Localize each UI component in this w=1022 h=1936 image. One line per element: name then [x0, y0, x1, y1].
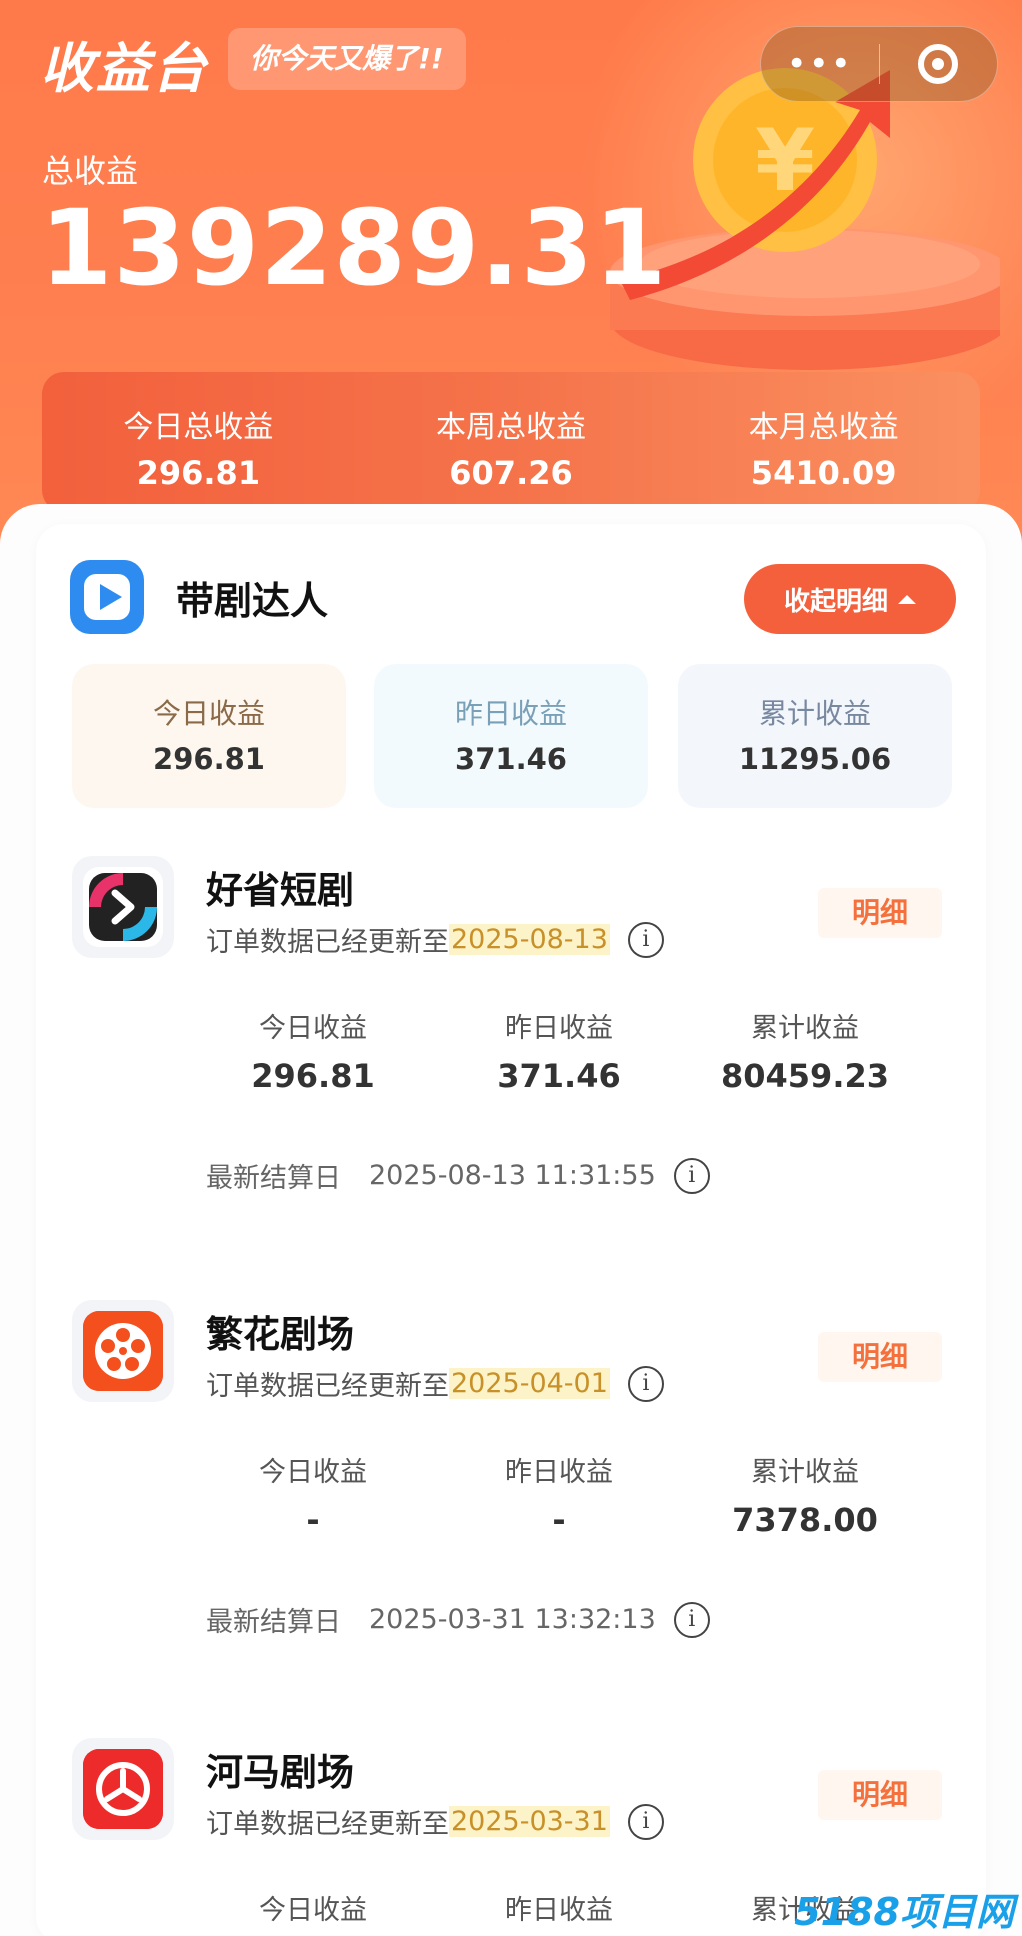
stat-label: 本周总收益: [436, 410, 586, 445]
collapse-details-button[interactable]: 收起明细: [744, 564, 956, 634]
stat-label: 今日收益: [259, 1013, 367, 1044]
platform-item: 好省短剧 订单数据已经更新至 2025-08-13 i 明细 今日收益 296.…: [0, 856, 1022, 1286]
stat-value: 296.81: [251, 1057, 375, 1095]
summary-today: 今日收益 296.81: [72, 664, 346, 808]
total-earnings-value: 139289.31: [40, 187, 668, 309]
section-header: 带剧达人: [70, 560, 328, 634]
info-icon[interactable]: i: [627, 921, 664, 958]
info-icon[interactable]: i: [673, 1601, 710, 1638]
settle-time: 2025-08-13 11:31:55: [369, 1160, 656, 1191]
site-watermark: 5188项目网: [794, 1890, 1014, 1934]
summary-cumulative: 累计收益 11295.06: [678, 664, 952, 808]
platform-stats: 今日收益 296.81 昨日收益 371.46 累计收益 80459.23: [190, 1006, 930, 1095]
platform-icon-frame: [72, 856, 174, 958]
platform-name: 好省短剧: [206, 869, 354, 912]
summary-label: 今日收益: [152, 697, 265, 730]
target-icon: [918, 44, 959, 84]
stat-label: 累计收益: [751, 1457, 859, 1488]
update-prefix: 订单数据已经更新至: [206, 1809, 449, 1840]
info-icon[interactable]: i: [627, 1803, 664, 1840]
period-stats-bar: 今日总收益 296.81 本周总收益 607.26 本月总收益 5410.09: [42, 372, 980, 512]
stat-today: 今日总收益 296.81: [42, 372, 355, 512]
stat-col-yesterday: 昨日收益 -: [436, 1450, 682, 1539]
close-target-button[interactable]: [880, 44, 998, 84]
summary-yesterday: 昨日收益 371.46: [374, 664, 648, 808]
stat-label: 累计收益: [751, 1013, 859, 1044]
stat-label: 今日收益: [259, 1895, 367, 1926]
stat-value: 80459.23: [720, 1057, 889, 1095]
stat-week: 本周总收益 607.26: [355, 372, 668, 512]
stat-label: 昨日收益: [505, 1013, 613, 1044]
play-logo-icon: [70, 560, 144, 634]
earnings-header: ¥ 收益台 你今天又爆了!! ••• 总收益 139289.31 今日总收益 2…: [0, 0, 1022, 560]
stat-col-yesterday: 昨日收益: [436, 1888, 682, 1927]
settlement-row: 最新结算日 2025-03-31 13:32:13 i: [206, 1600, 710, 1639]
stat-label: 今日收益: [259, 1457, 367, 1488]
update-status: 订单数据已经更新至 2025-03-31 i: [206, 1802, 664, 1841]
update-date: 2025-03-31: [449, 1806, 610, 1837]
settle-label: 最新结算日: [206, 1607, 341, 1638]
stat-col-cumulative: 累计收益 80459.23: [682, 1006, 928, 1095]
platform-item: 繁花剧场 订单数据已经更新至 2025-04-01 i 明细 今日收益 - 昨日…: [0, 1300, 1022, 1730]
update-date: 2025-04-01: [449, 1368, 610, 1399]
summary-value: 371.46: [455, 742, 567, 776]
stat-label: 昨日收益: [505, 1457, 613, 1488]
settlement-row: 最新结算日 2025-08-13 11:31:55 i: [206, 1156, 710, 1195]
stat-value: 371.46: [497, 1057, 621, 1095]
detail-button[interactable]: 明细: [818, 1770, 942, 1820]
stat-value: 607.26: [449, 454, 573, 492]
stat-value: -: [552, 1501, 566, 1539]
stat-label: 昨日收益: [505, 1895, 613, 1926]
caret-up-icon: [898, 594, 916, 604]
section-title: 带剧达人: [176, 578, 329, 623]
stat-value: 7378.00: [732, 1501, 878, 1539]
stat-label: 本月总收益: [748, 410, 899, 445]
summary-label: 累计收益: [758, 697, 871, 730]
platform-icon-frame: [72, 1300, 174, 1402]
update-prefix: 订单数据已经更新至: [206, 927, 449, 958]
detail-button[interactable]: 明细: [818, 1332, 942, 1382]
play-arrow-app-icon: [83, 867, 163, 947]
info-icon[interactable]: i: [673, 1157, 710, 1194]
platform-name: 繁花剧场: [206, 1313, 354, 1356]
stat-value: -: [306, 1501, 320, 1539]
stat-col-today: 今日收益 296.81: [190, 1006, 436, 1095]
stat-value: 296.81: [136, 454, 261, 492]
update-status: 订单数据已经更新至 2025-08-13 i: [206, 920, 664, 959]
app-title: 收益台: [40, 37, 208, 100]
platform-stats: 今日收益 - 昨日收益 - 累计收益 7378.00: [190, 1450, 930, 1539]
info-icon[interactable]: i: [627, 1365, 664, 1402]
update-date: 2025-08-13: [449, 924, 610, 955]
hippo-app-icon: [83, 1749, 163, 1829]
stat-month: 本月总收益 5410.09: [667, 372, 980, 512]
collapse-label: 收起明细: [783, 586, 888, 617]
total-earnings-label: 总收益: [42, 152, 139, 190]
slogan-badge: 你今天又爆了!!: [228, 28, 466, 90]
detail-button[interactable]: 明细: [818, 888, 942, 938]
more-menu-icon[interactable]: •••: [761, 44, 879, 84]
summary-value: 296.81: [153, 742, 265, 776]
stat-value: 5410.09: [750, 454, 897, 492]
film-reel-app-icon: [83, 1311, 163, 1391]
stat-col-today: 今日收益 -: [190, 1450, 436, 1539]
platform-name: 河马剧场: [206, 1751, 354, 1794]
stat-col-cumulative: 累计收益 7378.00: [682, 1450, 928, 1539]
platform-icon-frame: [72, 1738, 174, 1840]
mini-program-capsule: •••: [760, 26, 998, 102]
stat-col-yesterday: 昨日收益 371.46: [436, 1006, 682, 1095]
update-prefix: 订单数据已经更新至: [206, 1371, 449, 1402]
stat-col-today: 今日收益: [190, 1888, 436, 1927]
summary-value: 11295.06: [738, 742, 892, 776]
update-status: 订单数据已经更新至 2025-04-01 i: [206, 1364, 664, 1403]
settle-label: 最新结算日: [206, 1163, 341, 1194]
settle-time: 2025-03-31 13:32:13: [369, 1604, 656, 1635]
summary-label: 昨日收益: [454, 697, 567, 730]
stat-label: 今日总收益: [123, 410, 274, 445]
